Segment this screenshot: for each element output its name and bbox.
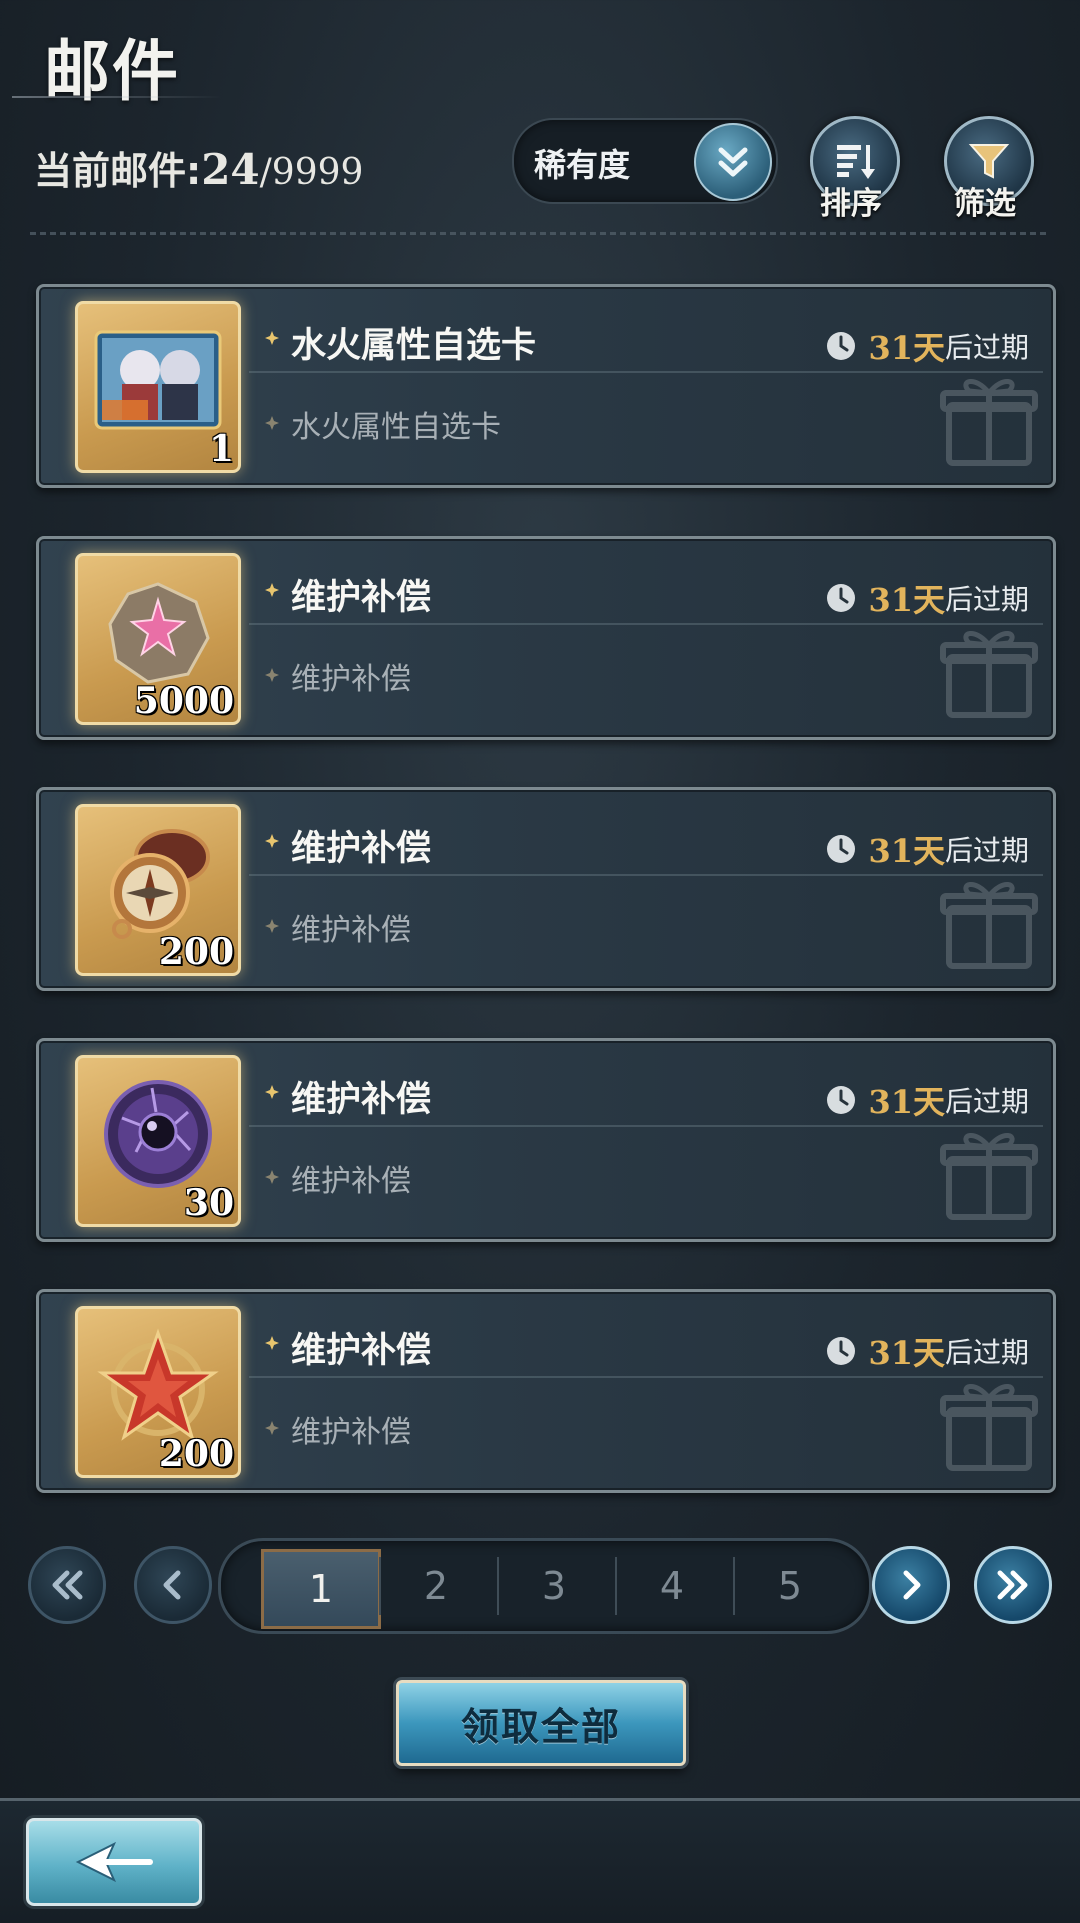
character-card-icon [94,330,222,430]
expire-days: 31天 [868,1334,945,1372]
gift-icon [940,882,1038,969]
gift-icon [940,1133,1038,1220]
gift-icon [940,631,1038,718]
expire-days: 31天 [868,581,945,619]
mail-item[interactable]: 30 维护补偿 维护补偿 31天 后过期 [36,1038,1056,1242]
page-button-5[interactable]: 5 [733,1549,847,1623]
mail-count-current: 24 [201,145,260,194]
expire-info: 31天 后过期 [826,323,1029,369]
mail-title: 维护补偿 [291,1080,432,1120]
last-page-button[interactable] [974,1546,1052,1624]
expire-info: 31天 后过期 [826,826,1029,872]
star-stone-icon [108,582,210,684]
mail-count-label: 当前邮件: [34,149,202,193]
expire-info: 31天 后过期 [826,1328,1029,1374]
page-title: 邮件 [44,32,180,110]
page-button-3[interactable]: 3 [497,1549,611,1623]
expire-suffix: 后过期 [944,583,1029,616]
mail-count: 当前邮件:24/9999 [34,140,363,195]
mail-subtitle: 维护补偿 [291,1415,411,1450]
mail-subtitle: 维护补偿 [291,913,411,948]
mail-title: 维护补偿 [291,829,432,869]
dark-orb-icon [104,1080,212,1188]
chevron-double-right-icon [997,1570,1028,1600]
mail-subtitle: 水火属性自选卡 [291,410,501,445]
back-arrow-icon [75,1841,153,1883]
expire-days: 31天 [868,329,945,367]
red-star-emblem-icon [97,1328,219,1441]
rarity-label: 稀有度 [534,146,631,184]
mail-item[interactable]: 200 维护补偿 维护补偿 31天 后过期 [36,787,1056,991]
chevron-double-down-icon [718,147,748,177]
expire-days: 31天 [868,832,945,870]
clock-icon [827,835,856,863]
expire-info: 31天 后过期 [826,1077,1029,1123]
mail-item[interactable]: 1 水火属性自选卡 水火属性自选卡 31天 后过期 [36,284,1056,488]
chevron-left-icon [163,1570,181,1600]
expire-days: 31天 [868,1083,945,1121]
item-frame: 5000 [75,553,241,725]
item-quantity: 1 [208,428,234,470]
item-quantity: 200 [158,931,234,973]
sort-icon [837,145,875,179]
mail-item[interactable]: 5000 维护补偿 维护补偿 31天 后过期 [36,536,1056,740]
mail-title: 水火属性自选卡 [291,326,537,366]
mail-subtitle: 维护补偿 [291,662,411,697]
item-frame: 200 [75,804,241,976]
filter-funnel-icon [968,144,1010,179]
prev-page-button[interactable] [134,1546,212,1624]
expire-suffix: 后过期 [944,1085,1029,1118]
next-page-button[interactable] [872,1546,950,1624]
title-underline [12,96,222,98]
item-frame: 30 [75,1055,241,1227]
mail-item[interactable]: 200 维护补偿 维护补偿 31天 后过期 [36,1289,1056,1493]
rarity-dropdown[interactable]: 稀有度 [512,118,778,204]
expire-suffix: 后过期 [944,1336,1029,1369]
compass-icon [110,829,210,939]
expire-info: 31天 后过期 [826,575,1029,621]
mail-count-max: /9999 [259,152,364,193]
gift-icon [940,379,1038,466]
sort-label[interactable]: 排序 [820,178,882,223]
mail-subtitle: 维护补偿 [291,1164,411,1199]
clock-icon [827,584,856,612]
first-page-button[interactable] [28,1546,106,1624]
claim-all-button[interactable]: 领取全部 [396,1680,686,1766]
rarity-expand-button[interactable] [694,123,772,201]
page-button-2[interactable]: 2 [379,1549,493,1623]
item-quantity: 30 [183,1182,234,1224]
item-frame: 200 [75,1306,241,1478]
expire-suffix: 后过期 [944,331,1029,364]
header-divider [30,232,1050,235]
expire-suffix: 后过期 [944,834,1029,867]
gift-icon [940,1384,1038,1471]
back-button[interactable] [26,1818,202,1906]
mail-title: 维护补偿 [291,578,432,618]
item-frame: 1 [75,301,241,473]
page-button-1[interactable]: 1 [261,1549,381,1629]
item-quantity: 200 [158,1433,234,1475]
filter-label[interactable]: 筛选 [954,178,1016,223]
chevron-double-left-icon [52,1570,83,1600]
chevron-right-icon [903,1570,921,1600]
page-selector: 1 2 3 4 5 [218,1538,872,1634]
clock-icon [827,1086,856,1114]
item-quantity: 5000 [133,680,234,722]
clock-icon [827,1337,856,1365]
page-button-4[interactable]: 4 [615,1549,729,1623]
mail-title: 维护补偿 [291,1331,432,1371]
clock-icon [827,332,856,360]
